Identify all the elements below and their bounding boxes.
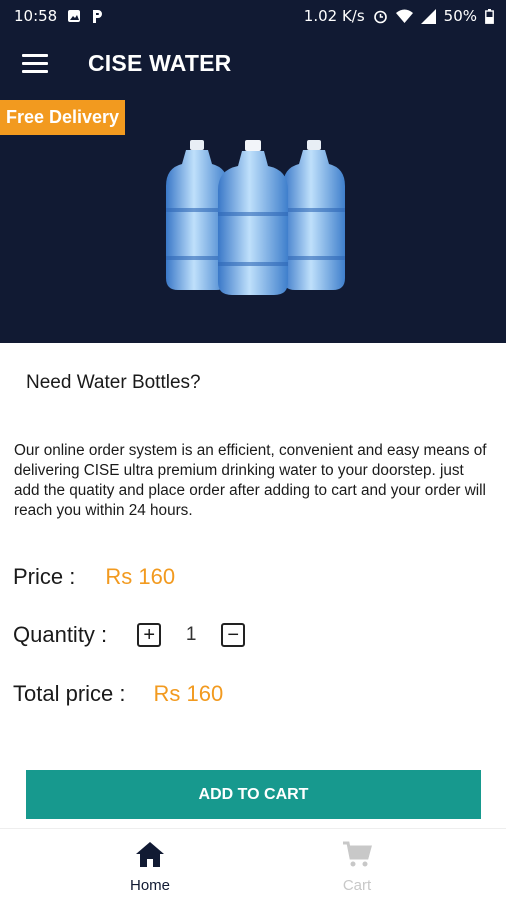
status-time: 10:58 — [14, 7, 58, 25]
signal-icon — [420, 8, 436, 24]
battery-level: 50% — [443, 7, 477, 25]
total-price-value: Rs 160 — [153, 681, 224, 706]
quantity-value: 1 — [185, 624, 197, 645]
product-description: Our online order system is an efficient,… — [14, 442, 487, 519]
price-value: Rs 160 — [105, 564, 176, 589]
bottom-navigation: Home Cart — [0, 828, 506, 901]
nav-home-label: Home — [129, 877, 170, 894]
price-label: Price : — [13, 564, 76, 589]
alarm-icon — [373, 10, 387, 23]
menu-icon[interactable] — [22, 54, 48, 76]
network-speed: 1.02 K/s — [303, 7, 365, 25]
cart-icon — [343, 841, 372, 867]
minus-icon: − — [227, 624, 239, 646]
parking-icon — [93, 9, 103, 23]
wifi-icon — [395, 9, 413, 23]
free-delivery-badge: Free Delivery — [0, 100, 126, 135]
add-to-cart-button[interactable]: ADD TO CART — [26, 770, 481, 819]
status-bar: 10:58 1.02 K/s 50% — [0, 0, 506, 32]
nav-home[interactable]: Home — [100, 841, 200, 894]
price-row: Price : Rs 160 — [13, 564, 175, 590]
quantity-row: Quantity : + 1 − — [13, 622, 246, 648]
battery-icon — [485, 8, 494, 24]
water-bottles-image — [166, 140, 345, 295]
increase-quantity-button[interactable]: + — [137, 623, 162, 647]
total-price-row: Total price : Rs 160 — [13, 681, 223, 707]
decrease-quantity-button[interactable]: − — [221, 623, 246, 647]
nav-cart[interactable]: Cart — [307, 841, 407, 894]
app-title: CISE WATER — [88, 50, 232, 76]
total-price-label: Total price : — [13, 681, 126, 706]
product-banner: Free Delivery — [0, 100, 506, 343]
home-icon — [136, 842, 164, 867]
plus-icon: + — [143, 624, 155, 646]
nav-cart-label: Cart — [342, 877, 372, 894]
quantity-label: Quantity : — [13, 622, 108, 647]
product-heading: Need Water Bottles? — [26, 372, 201, 393]
gallery-icon — [68, 10, 81, 22]
app-bar: CISE WATER — [0, 32, 506, 100]
